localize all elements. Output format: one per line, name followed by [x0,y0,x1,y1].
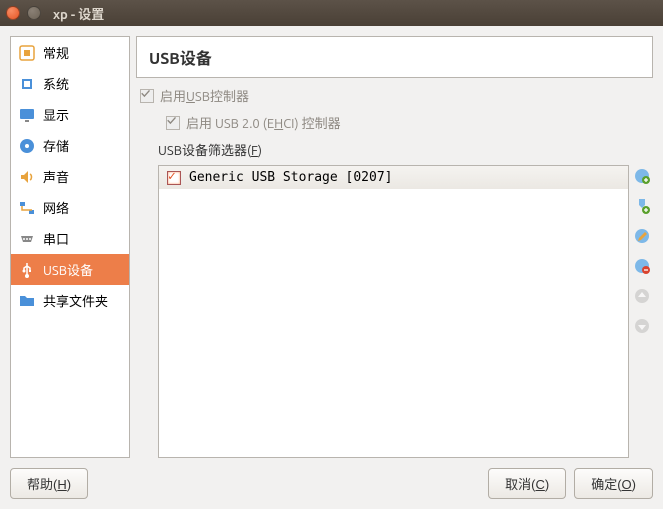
help-button[interactable]: 帮助(H) [10,468,88,499]
filter-checkbox[interactable] [167,171,181,185]
filter-list[interactable]: Generic USB Storage [0207] [158,165,629,458]
move-down-icon [633,317,651,335]
panel-header: USB设备 [136,36,653,78]
filter-item[interactable]: Generic USB Storage [0207] [159,166,628,189]
folder-icon [19,293,35,309]
enable-usb-checkbox [140,89,154,103]
sidebar-item-label: 声音 [43,167,69,186]
usb-icon [19,262,35,278]
minimize-icon[interactable] [27,6,41,20]
enable-usb20-row: 启用 USB 2.0 (EHCI) 控制器 [136,113,653,132]
monitor-icon [19,107,35,123]
serial-icon [19,231,35,247]
filter-label: USB设备筛选器(F) [136,140,653,159]
add-from-device-icon[interactable] [633,197,651,215]
network-icon [19,200,35,216]
panel-title: USB设备 [149,45,640,69]
sidebar: 常规 系统 显示 存储 声音 网络 [10,36,130,458]
sidebar-item-network[interactable]: 网络 [11,192,129,223]
content-panel: USB设备 启用USB控制器 启用 USB 2.0 (EHCI) 控制器 USB… [136,36,653,458]
edit-filter-icon[interactable] [633,227,651,245]
sidebar-item-label: 存储 [43,136,69,155]
titlebar: xp - 设置 [0,0,663,26]
sidebar-item-label: 系统 [43,74,69,93]
enable-usb-label: 启用USB控制器 [160,86,249,105]
window-body: 常规 系统 显示 存储 声音 网络 [0,26,663,509]
speaker-icon [19,169,35,185]
enable-usb-row: 启用USB控制器 [136,86,653,105]
sidebar-item-storage[interactable]: 存储 [11,130,129,161]
enable-usb20-checkbox [166,116,180,130]
enable-usb20-label: 启用 USB 2.0 (EHCI) 控制器 [186,113,341,132]
remove-filter-icon[interactable] [633,257,651,275]
sidebar-item-label: 串口 [43,229,69,248]
sidebar-item-label: 常规 [43,43,69,62]
window-title: xp - 设置 [53,4,104,23]
sidebar-item-label: USB设备 [43,260,93,279]
footer: 帮助(H) 取消(C) 确定(O) [10,458,653,499]
gear-icon [19,45,35,61]
sidebar-item-shared[interactable]: 共享文件夹 [11,285,129,316]
ok-button[interactable]: 确定(O) [574,468,653,499]
sidebar-item-label: 网络 [43,198,69,217]
sidebar-item-system[interactable]: 系统 [11,68,129,99]
sidebar-item-usb[interactable]: USB设备 [11,254,129,285]
sidebar-item-audio[interactable]: 声音 [11,161,129,192]
move-up-icon [633,287,651,305]
sidebar-item-display[interactable]: 显示 [11,99,129,130]
sidebar-item-general[interactable]: 常规 [11,37,129,68]
disk-icon [19,138,35,154]
filter-actions [633,165,653,458]
filter-item-label: Generic USB Storage [0207] [189,170,393,185]
cancel-button[interactable]: 取消(C) [488,468,566,499]
close-icon[interactable] [6,6,20,20]
sidebar-item-label: 共享文件夹 [43,291,108,310]
sidebar-item-serial[interactable]: 串口 [11,223,129,254]
sidebar-item-label: 显示 [43,105,69,124]
add-filter-icon[interactable] [633,167,651,185]
chip-icon [19,76,35,92]
